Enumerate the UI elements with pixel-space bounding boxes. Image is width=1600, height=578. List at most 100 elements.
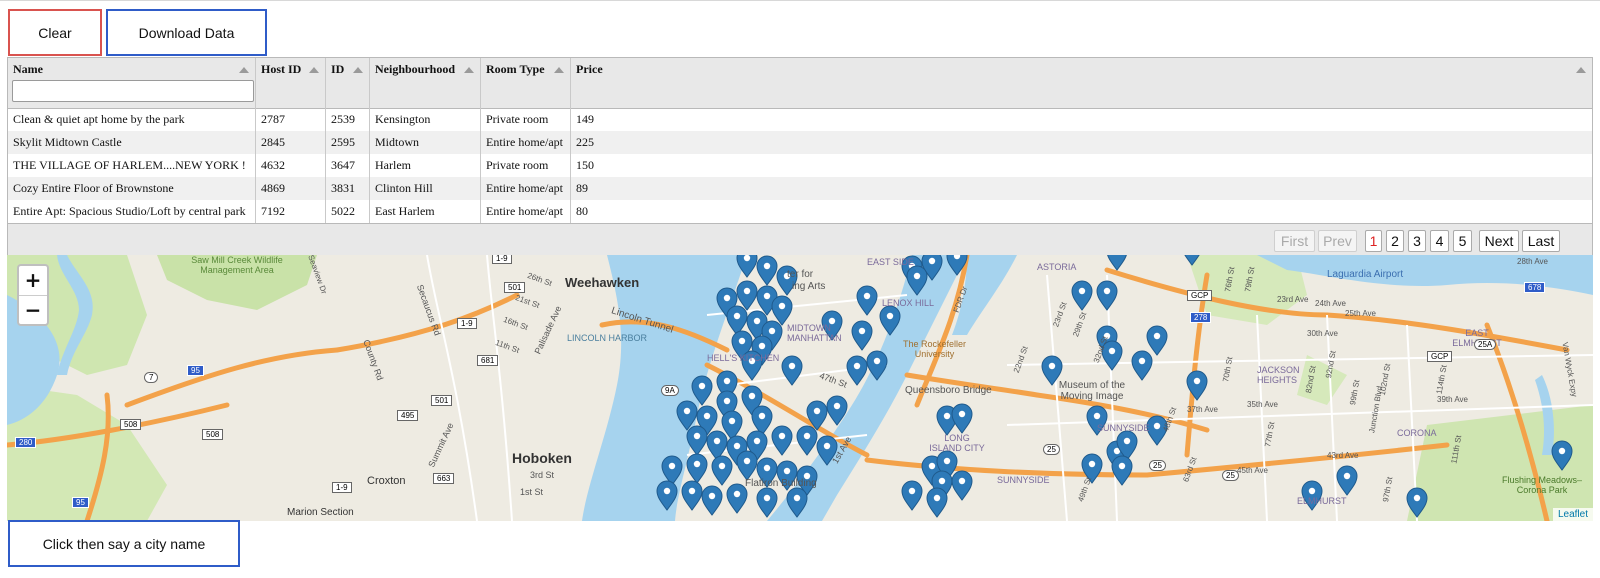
map-view[interactable]: Weehawken Hoboken LINCOLN HARBOR Lincoln…: [7, 255, 1593, 521]
map-label-elmhurst: ELMHURST: [1297, 496, 1347, 506]
route-shield: 663: [433, 473, 455, 484]
map-label-45th-ave: 45th Ave: [1237, 466, 1268, 475]
column-header-room-type[interactable]: Room Type: [481, 58, 571, 108]
route-shield: 7: [144, 372, 159, 383]
map-label-3rd-st: 3rd St: [530, 470, 555, 480]
route-shield: 501: [431, 395, 453, 406]
voice-city-search-button[interactable]: Click then say a city name: [8, 520, 240, 567]
cell-id: 3647: [326, 154, 370, 177]
column-header-label: ID: [331, 62, 345, 76]
first-page-button[interactable]: First: [1274, 230, 1315, 252]
cell-host-id: 2845: [256, 131, 326, 154]
cell-price: 149: [576, 112, 594, 126]
column-header-id[interactable]: ID: [326, 58, 370, 108]
zoom-in-button[interactable]: +: [19, 266, 47, 296]
next-page-button[interactable]: Next: [1479, 230, 1519, 252]
column-header-neighbourhood[interactable]: Neighbourhood: [370, 58, 481, 108]
column-header-name[interactable]: Name: [8, 58, 256, 108]
map-label-astoria: ASTORIA: [1037, 262, 1077, 272]
map-label-weehawken: Weehawken: [565, 275, 640, 290]
map-label-37th-ave: 37th Ave: [1187, 405, 1218, 414]
map-label-flushing: Flushing Meadows–Corona Park: [1501, 475, 1583, 495]
top-divider: [0, 0, 1600, 1]
map-label-1st-st: 1st St: [520, 487, 544, 497]
map-label-flatiron: Flatiron Building: [745, 478, 817, 489]
page-button-1[interactable]: 1: [1365, 230, 1382, 252]
sort-icon[interactable]: [309, 67, 319, 73]
cell-id: 2539: [326, 108, 370, 131]
table-row[interactable]: Clean & quiet apt home by the park 2787 …: [8, 108, 1592, 131]
route-shield: 1-9: [332, 482, 352, 493]
map-label-28th-ave: 28th Ave: [1517, 257, 1548, 266]
cell-neighbourhood: Midtown: [370, 131, 481, 154]
page-button-5[interactable]: 5: [1453, 230, 1472, 252]
map-label-museum: Museum of the Moving Image: [1058, 380, 1126, 402]
cell-host-id: 4869: [256, 177, 326, 200]
cell-name: Clean & quiet apt home by the park: [8, 108, 256, 131]
cell-name: THE VILLAGE OF HARLEM....NEW YORK !: [8, 154, 256, 177]
table-header: Name Host ID ID Neighbourhood Room Type …: [8, 58, 1592, 109]
route-shield: 280: [15, 437, 37, 448]
column-header-label: Host ID: [261, 62, 302, 76]
pagination-bar: First Prev 1 2 3 4 5 Next Last: [8, 223, 1592, 257]
column-header-label: Neighbourhood: [375, 62, 456, 76]
map-label-ter-for: ter for: [787, 269, 814, 280]
cell-price: 225: [576, 135, 594, 149]
column-header-label: Room Type: [486, 62, 545, 76]
sort-icon[interactable]: [353, 67, 363, 73]
map-label-lic: LONG ISLAND CITY: [929, 433, 985, 453]
sort-icon[interactable]: [554, 67, 564, 73]
route-shield: 25A: [1474, 339, 1497, 350]
map-label-sunnyside-north: SUNNYSIDE: [1097, 423, 1150, 433]
zoom-out-button[interactable]: −: [19, 296, 47, 325]
route-shield: 9A: [661, 385, 679, 396]
map-label-laguardia: Laguardia Airport: [1327, 269, 1404, 280]
zoom-control: + −: [17, 264, 49, 326]
cell-room-type: Entire home/apt: [481, 177, 571, 200]
map-label-ing-arts: ing Arts: [792, 281, 826, 292]
cell-price: 150: [576, 158, 594, 172]
table-row[interactable]: Cozy Entire Floor of Brownstone 4869 383…: [8, 177, 1592, 200]
route-shield: 678: [1524, 282, 1546, 293]
route-shield: 508: [202, 429, 224, 440]
page-button-2[interactable]: 2: [1386, 230, 1404, 252]
route-shield: 25: [1149, 460, 1166, 471]
route-shield: 1-9: [492, 255, 512, 264]
column-header-host-id[interactable]: Host ID: [256, 58, 326, 108]
route-shield: 95: [187, 365, 204, 376]
sort-icon[interactable]: [239, 67, 249, 73]
map-label-marion: Marion Section: [287, 507, 354, 518]
page-button-3[interactable]: 3: [1408, 230, 1426, 252]
column-header-label: Price: [576, 62, 603, 76]
cell-room-type: Private room: [481, 154, 571, 177]
map-label-30th-ave: 30th Ave: [1307, 329, 1338, 338]
map-label-queensboro: Queensboro Bridge: [905, 385, 992, 396]
route-shield: 495: [397, 410, 419, 421]
page-button-4[interactable]: 4: [1430, 230, 1449, 252]
table-row[interactable]: Entire Apt: Spacious Studio/Loft by cent…: [8, 200, 1592, 223]
clear-button[interactable]: Clear: [8, 9, 102, 56]
table-row[interactable]: THE VILLAGE OF HARLEM....NEW YORK ! 4632…: [8, 154, 1592, 177]
name-filter-input[interactable]: [12, 80, 254, 102]
cell-neighbourhood: Clinton Hill: [370, 177, 481, 200]
map-label-23rd-ave: 23rd Ave: [1277, 295, 1309, 304]
table-row[interactable]: Skylit Midtown Castle 2845 2595 Midtown …: [8, 131, 1592, 154]
cell-id: 3831: [326, 177, 370, 200]
cell-neighbourhood: Kensington: [370, 108, 481, 131]
route-shield: 681: [477, 355, 499, 366]
prev-page-button[interactable]: Prev: [1318, 230, 1357, 252]
column-header-label: Name: [13, 62, 43, 76]
sort-icon[interactable]: [464, 67, 474, 73]
route-shield: 25: [1043, 444, 1060, 455]
last-page-button[interactable]: Last: [1522, 230, 1560, 252]
route-shield: GCP: [1187, 290, 1213, 301]
cell-room-type: Entire home/apt: [481, 131, 571, 154]
column-header-price[interactable]: Price: [571, 58, 1592, 108]
cell-room-type: Entire home/apt: [481, 200, 571, 223]
download-data-button[interactable]: Download Data: [106, 9, 267, 56]
sort-icon[interactable]: [1576, 67, 1586, 73]
route-shield: 1-9: [457, 318, 477, 329]
map-label-39th-ave: 39th Ave: [1437, 395, 1468, 404]
cell-name: Skylit Midtown Castle: [8, 131, 256, 154]
map-attribution-link[interactable]: Leaflet: [1552, 508, 1593, 521]
